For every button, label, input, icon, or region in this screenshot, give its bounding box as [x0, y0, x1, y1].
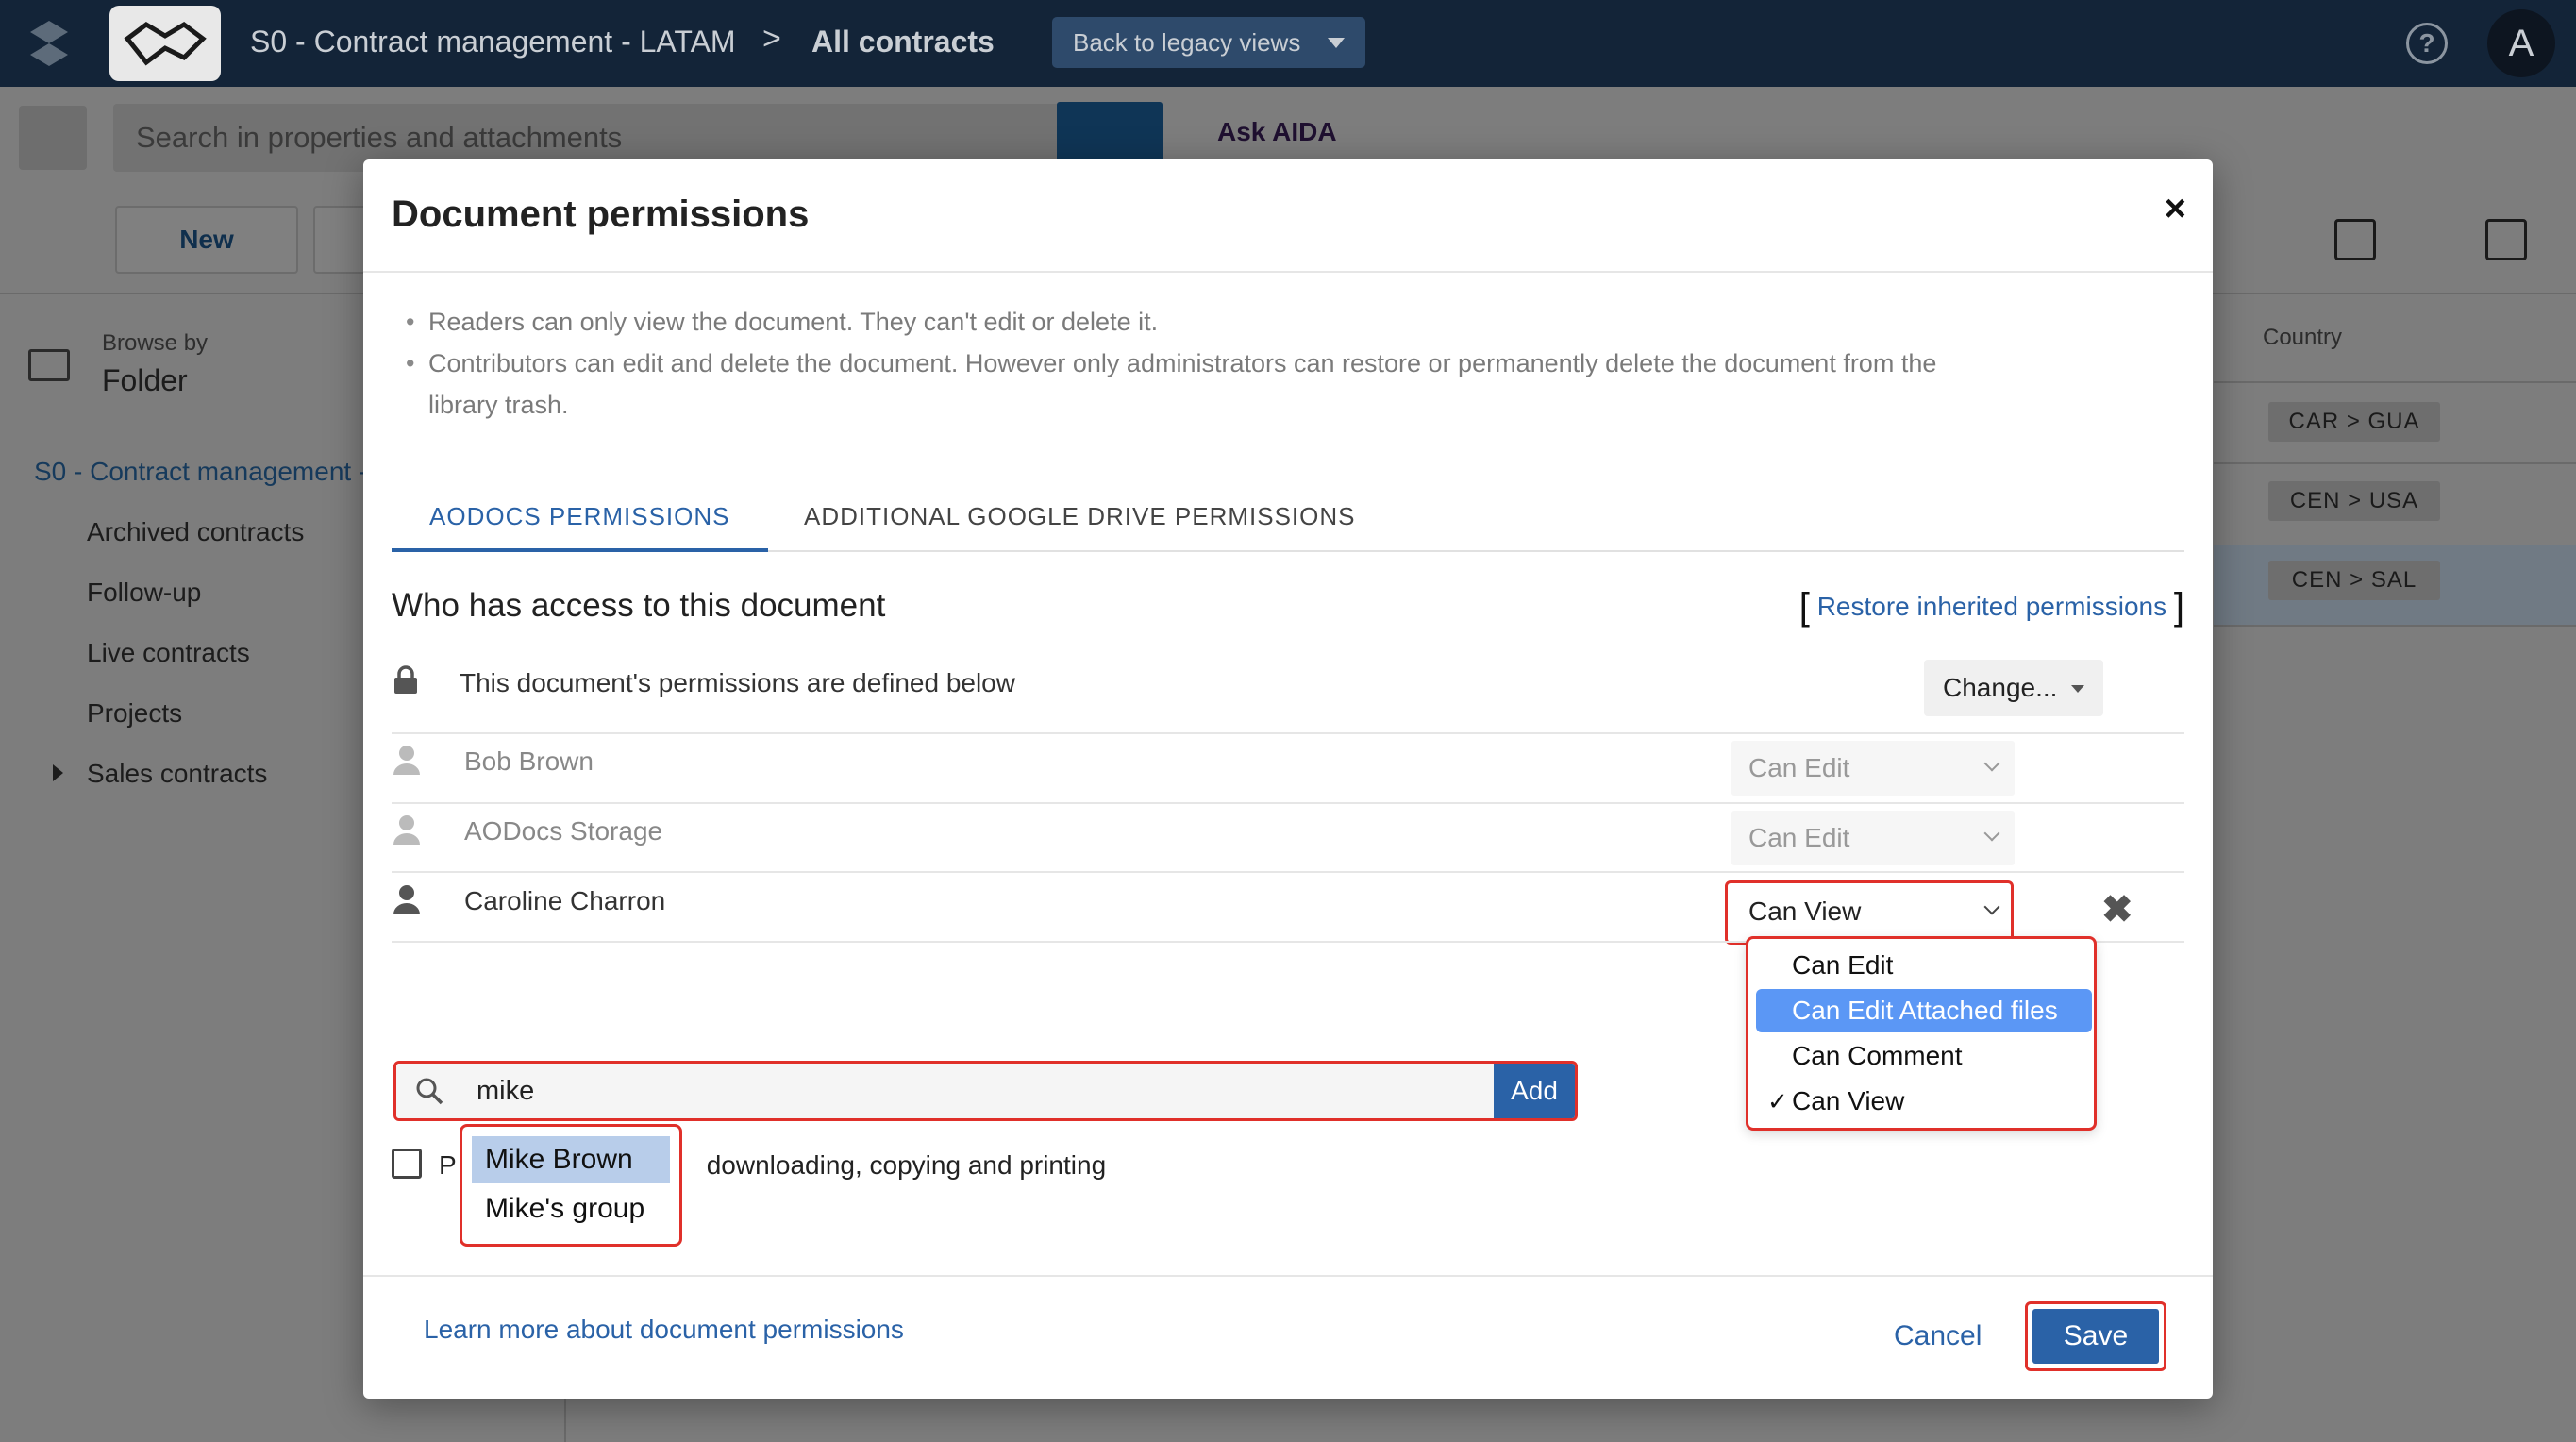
bracket-close: ]: [2173, 586, 2184, 628]
sidebar-divider: [564, 1397, 566, 1442]
role-option-can-edit[interactable]: Can Edit: [1756, 944, 2092, 987]
add-user-search-box: mike Add: [393, 1061, 1578, 1121]
handshake-icon[interactable]: [109, 6, 221, 81]
close-icon[interactable]: ×: [2165, 190, 2186, 227]
table-row-divider: [2214, 381, 2576, 383]
person-icon: [393, 815, 420, 845]
help-icon[interactable]: ?: [2406, 23, 2448, 64]
info-readers: Readers can only view the document. They…: [406, 301, 2010, 343]
sidebar-item-archived-contracts[interactable]: Archived contracts: [87, 517, 304, 547]
remove-user-icon[interactable]: ✖: [2101, 891, 2133, 929]
role-option-can-comment[interactable]: Can Comment: [1756, 1034, 2092, 1078]
sidebar-root-library[interactable]: S0 - Contract management -: [34, 457, 367, 487]
country-chip: CEN > USA: [2268, 481, 2440, 521]
add-user-button[interactable]: Add: [1494, 1064, 1575, 1118]
chevron-down-icon: [1983, 898, 2000, 915]
permissions-tabs: AODOCS PERMISSIONS ADDITIONAL GOOGLE DRI…: [392, 480, 2184, 552]
dialog-title: Document permissions: [392, 193, 810, 235]
document-permissions-dialog: Document permissions × Readers can only …: [363, 159, 2213, 1399]
search-icon: [416, 1078, 443, 1105]
who-has-access-heading: Who has access to this document: [392, 587, 886, 624]
role-select-value: Can Edit: [1748, 753, 1850, 782]
suggestion-item[interactable]: Mike Brown: [472, 1136, 670, 1183]
ask-aida-button[interactable]: Ask AIDA: [1217, 117, 1337, 147]
prevent-download-checkbox[interactable]: [392, 1149, 422, 1179]
country-column-header[interactable]: Country: [2263, 325, 2342, 351]
user-avatar[interactable]: A: [2487, 9, 2555, 77]
permission-row-divider: [392, 802, 2184, 804]
caret-down-icon: [1328, 38, 1345, 48]
folder-icon: [28, 349, 70, 381]
role-select-value: Can Edit: [1748, 823, 1850, 852]
prevent-label-suffix: downloading, copying and printing: [706, 1150, 1107, 1180]
lock-icon: [394, 665, 417, 694]
permission-user-name: Caroline Charron: [464, 886, 666, 915]
permissions-defined-text: This document's permissions are defined …: [460, 668, 1015, 697]
permission-user-name: Bob Brown: [464, 746, 594, 776]
save-button[interactable]: Save: [2032, 1309, 2159, 1364]
country-chip: CEN > SAL: [2268, 561, 2440, 600]
export-icon[interactable]: [2334, 219, 2376, 260]
tab-aodocs-permissions[interactable]: AODOCS PERMISSIONS: [392, 480, 768, 552]
permissions-info-list: Readers can only view the document. They…: [406, 301, 2010, 426]
breadcrumb-library[interactable]: S0 - Contract management - LATAM: [250, 25, 736, 59]
table-row-divider: [2214, 462, 2576, 464]
table-row-divider: [2214, 625, 2576, 627]
info-contributors: Contributors can edit and delete the doc…: [406, 343, 2010, 426]
top-navigation-bar: S0 - Contract management - LATAM > All c…: [0, 0, 2576, 87]
breadcrumb-separator: >: [762, 21, 781, 57]
role-dropdown-menu: Can Edit Can Edit Attached files Can Com…: [1746, 936, 2097, 1131]
caret-down-icon: [2071, 685, 2084, 693]
list-menu-icon[interactable]: [19, 106, 87, 170]
role-select-caroline[interactable]: Can View: [1731, 884, 2015, 939]
browse-by-value[interactable]: Folder: [102, 363, 188, 398]
cancel-button[interactable]: Cancel: [1894, 1320, 1982, 1352]
back-to-legacy-views-button[interactable]: Back to legacy views: [1052, 17, 1365, 68]
person-icon: [393, 885, 420, 914]
role-option-can-edit-attached-files[interactable]: Can Edit Attached files: [1756, 989, 2092, 1032]
user-suggestions-list: Mike Brown Mike's group: [460, 1124, 682, 1247]
breadcrumb-view[interactable]: All contracts: [811, 25, 995, 59]
person-icon: [393, 746, 420, 775]
new-folder-button[interactable]: [313, 206, 370, 274]
role-select-disabled: Can Edit: [1731, 811, 2015, 865]
columns-icon[interactable]: [2485, 219, 2527, 260]
sidebar-item-follow-up[interactable]: Follow-up: [87, 578, 201, 608]
bracket-open: [: [1798, 586, 1810, 628]
sidebar-item-sales-contracts[interactable]: Sales contracts: [87, 759, 267, 789]
role-option-label: Can View: [1792, 1086, 1905, 1115]
suggestion-item[interactable]: Mike's group: [472, 1185, 670, 1232]
role-select-value: Can View: [1748, 897, 1862, 926]
link-icon[interactable]: [2408, 219, 2450, 260]
role-option-can-view[interactable]: ✓ Can View: [1756, 1080, 2092, 1123]
restore-inherited-permissions-link[interactable]: [ Restore inherited permissions ]: [1799, 586, 2184, 629]
add-user-input[interactable]: mike: [396, 1064, 1504, 1118]
permission-row-divider: [392, 732, 2184, 734]
prevent-label-prefix: P: [439, 1150, 457, 1180]
chevron-down-icon: [1983, 755, 2000, 772]
change-permissions-button[interactable]: Change...: [1924, 660, 2103, 716]
dialog-header-divider: [363, 271, 2213, 273]
legacy-button-label: Back to legacy views: [1073, 27, 1301, 57]
dialog-footer-divider: [363, 1275, 2213, 1277]
checkmark-icon: ✓: [1767, 1087, 1788, 1115]
permission-user-name: AODocs Storage: [464, 816, 663, 846]
save-button-highlight: Save: [2025, 1301, 2166, 1371]
aodocs-logo-icon[interactable]: [26, 19, 72, 68]
role-select-disabled: Can Edit: [1731, 741, 2015, 796]
browse-by-label: Browse by: [102, 330, 209, 356]
sidebar-item-projects[interactable]: Projects: [87, 698, 182, 729]
chevron-down-icon: [1983, 825, 2000, 842]
sidebar-item-live-contracts[interactable]: Live contracts: [87, 638, 250, 668]
learn-more-link[interactable]: Learn more about document permissions: [424, 1315, 904, 1345]
permission-row-divider: [392, 871, 2184, 873]
new-button[interactable]: New: [115, 206, 298, 274]
tab-google-drive-permissions[interactable]: ADDITIONAL GOOGLE DRIVE PERMISSIONS: [766, 480, 1393, 552]
expand-arrow-icon[interactable]: [53, 764, 63, 781]
restore-link-label: Restore inherited permissions: [1816, 592, 2167, 621]
country-chip: CAR > GUA: [2268, 402, 2440, 442]
change-button-label: Change...: [1943, 673, 2058, 702]
